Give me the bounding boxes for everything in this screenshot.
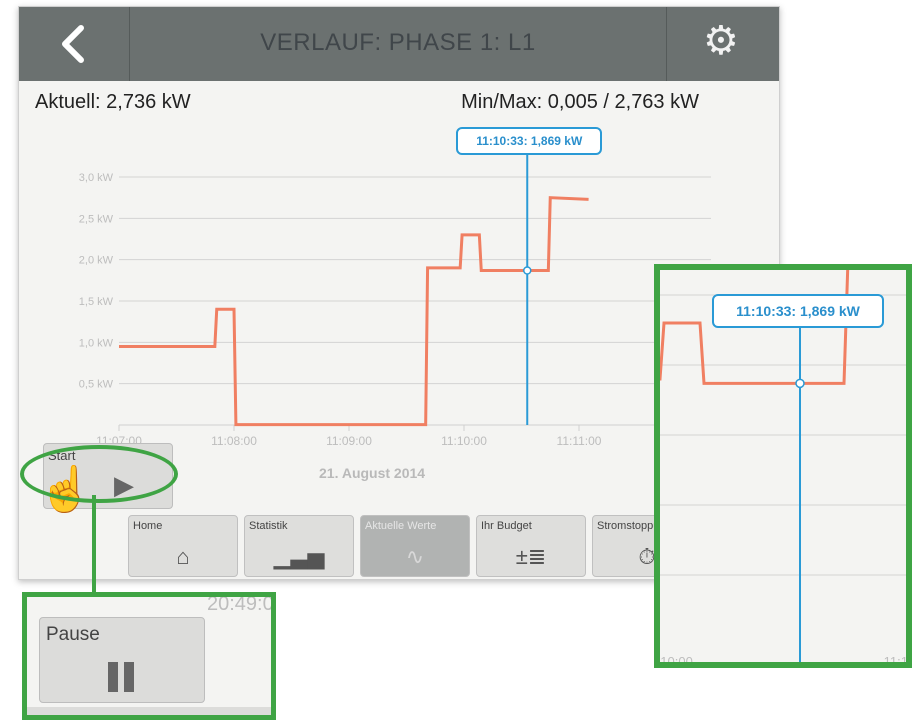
zoom-callout: 11:10:00 11:11:00 11:10:33: 1,869 kW (654, 264, 912, 668)
cursor-dot (523, 266, 532, 275)
date-label: 21. August 2014 (319, 465, 426, 481)
y-tick-label: 2,5 kW (79, 213, 114, 225)
clock-readout: 20:49:0 (207, 593, 274, 615)
x-tick-label: 11:09:00 (326, 434, 372, 448)
y-tick-label: 1,0 kW (79, 337, 114, 349)
power-line (119, 196, 589, 427)
tab-home[interactable]: Home ⌂ (128, 515, 238, 577)
callout-connector (92, 495, 96, 595)
tab-label: Home (133, 520, 163, 532)
coin-stack-icon: ±≣ (515, 544, 547, 569)
tab-aktuelle-werte[interactable]: Aktuelle Werte ∿ (360, 515, 470, 577)
y-tick-label: 1,5 kW (79, 296, 114, 308)
pause-icon (108, 662, 140, 697)
zoom-tooltip: 11:10:33: 1,869 kW (712, 294, 884, 328)
zoom-cursor-dot (795, 378, 805, 389)
tab-label: Ihr Budget (481, 520, 532, 532)
zoom-chart: 11:10:00 11:11:00 (660, 270, 906, 662)
bar-chart-icon: ▁▃▅ (273, 544, 325, 569)
cursor-tooltip: 11:10:33: 1,869 kW (456, 127, 603, 155)
tab-statistik[interactable]: Statistik ▁▃▅ (244, 515, 354, 577)
pause-callout: 20:49:0 Pause (22, 592, 276, 720)
line-wave-icon: ∿ (405, 544, 425, 569)
tab-ihr-budget[interactable]: Ihr Budget ±≣ (476, 515, 586, 577)
house-icon: ⌂ (176, 544, 190, 569)
x-tick-label: 11:10:00 (441, 434, 487, 448)
zoom-x-tick-label: 11:11:00 (884, 654, 906, 662)
tab-label: Statistik (249, 520, 288, 532)
y-tick-label: 2,0 kW (79, 255, 114, 267)
y-tick-label: 3,0 kW (79, 172, 114, 184)
y-tick-label: 0,5 kW (79, 379, 114, 391)
x-tick-label: 11:11:00 (557, 434, 602, 448)
pause-button[interactable]: Pause (39, 617, 205, 703)
zoom-x-tick-label: 11:10:00 (660, 654, 693, 662)
tab-label: Aktuelle Werte (365, 520, 437, 532)
pause-button-label: Pause (46, 624, 100, 645)
highlight-ellipse (20, 445, 178, 503)
tab-strip-fragment (27, 707, 271, 715)
x-tick-label: 11:08:00 (211, 434, 257, 448)
